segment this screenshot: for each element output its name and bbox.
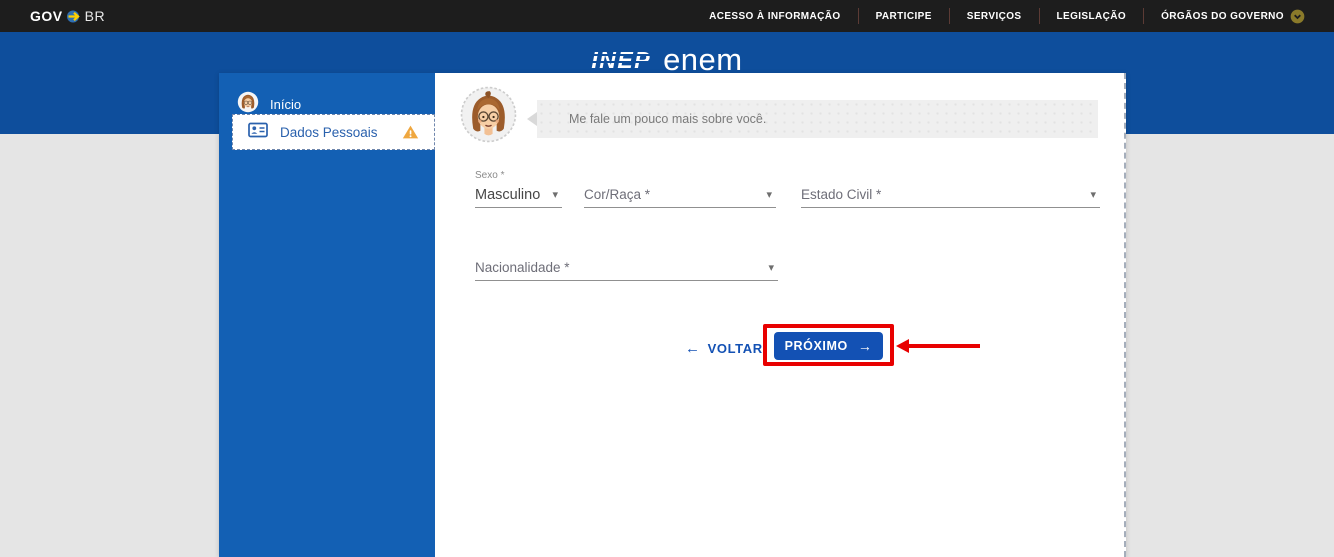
sidebar-item-inicio-label: Início xyxy=(270,96,302,112)
assistant-message: Me fale um pouco mais sobre você. xyxy=(569,112,767,126)
proximo-button[interactable]: PRÓXIMO → xyxy=(774,332,883,360)
inep-logo-stripe xyxy=(589,53,654,56)
chevron-down-icon[interactable]: ▾ xyxy=(768,261,778,274)
id-card-icon xyxy=(248,122,268,143)
chevron-down-icon[interactable]: ▾ xyxy=(1090,188,1100,201)
inep-logo[interactable]: INEP xyxy=(589,47,654,74)
arrow-right-icon: → xyxy=(857,338,873,354)
form-content: Me fale um pouco mais sobre você. Sexo *… xyxy=(435,73,1124,557)
chevron-down-circle-icon[interactable] xyxy=(1290,9,1305,24)
assistant-avatar xyxy=(460,86,517,148)
sidebar-item-inicio[interactable]: Início xyxy=(237,91,435,116)
topnav-participe[interactable]: PARTICIPE xyxy=(857,8,949,24)
enrollment-card: Início Dados Pessoais Me fale um pouco m… xyxy=(219,73,1126,557)
sidebar-item-dados-pessoais[interactable]: Dados Pessoais xyxy=(232,114,435,150)
sexo-label: Sexo * xyxy=(475,170,505,181)
inep-logo-stripe xyxy=(589,60,654,63)
estado-civil-select[interactable]: Estado Civil * ▾ xyxy=(801,184,1100,208)
voltar-button-label: VOLTAR xyxy=(707,340,763,356)
govbr-topbar: GOV BR ACESSO À INFORMAÇÃO PARTICIPE SER… xyxy=(0,0,1334,32)
speech-bubble-tail xyxy=(527,112,537,126)
topnav-servicos[interactable]: SERVIÇOS xyxy=(948,8,1039,24)
cor-raca-select[interactable]: Cor/Raça * ▾ xyxy=(584,184,776,208)
topnav-legislacao[interactable]: LEGISLAÇÃO xyxy=(1038,8,1144,24)
estado-civil-label: Estado Civil * xyxy=(801,187,882,202)
warning-triangle-icon xyxy=(402,124,419,140)
enem-enrollment-page: GOV BR ACESSO À INFORMAÇÃO PARTICIPE SER… xyxy=(0,0,1334,557)
annotation-arrow-head xyxy=(896,339,909,353)
nacionalidade-select[interactable]: Nacionalidade * ▾ xyxy=(475,257,778,281)
topnav-orgaos-governo[interactable]: ÓRGÃOS DO GOVERNO xyxy=(1143,8,1322,24)
govbr-arrow-icon xyxy=(66,10,83,23)
chevron-down-icon[interactable]: ▾ xyxy=(766,188,776,201)
chevron-down-icon[interactable]: ▾ xyxy=(552,188,562,201)
topnav-acesso-informacao[interactable]: ACESSO À INFORMAÇÃO xyxy=(692,8,858,24)
arrow-left-icon: ← xyxy=(685,339,701,357)
govbr-logo-gov: GOV xyxy=(30,8,63,24)
govbr-logo[interactable]: GOV BR xyxy=(30,8,105,24)
cor-raca-label: Cor/Raça * xyxy=(584,187,651,202)
wizard-sidebar: Início Dados Pessoais xyxy=(219,73,435,557)
sidebar-item-dados-pessoais-label: Dados Pessoais xyxy=(280,124,378,140)
assistant-speech-bubble: Me fale um pouco mais sobre você. xyxy=(527,100,1098,138)
annotation-arrow-line xyxy=(908,344,980,348)
inep-enem-logo: INEP enem xyxy=(0,42,1334,77)
topnav-orgaos-governo-label: ÓRGÃOS DO GOVERNO xyxy=(1161,10,1284,22)
govbr-topnav: ACESSO À INFORMAÇÃO PARTICIPE SERVIÇOS L… xyxy=(692,0,1322,32)
proximo-button-label: PRÓXIMO xyxy=(784,339,848,353)
nacionalidade-label: Nacionalidade * xyxy=(475,260,570,275)
govbr-logo-br: BR xyxy=(84,8,106,24)
sexo-value: Masculino xyxy=(475,186,541,203)
voltar-button[interactable]: ← VOLTAR xyxy=(685,337,763,359)
sexo-select[interactable]: Sexo * Masculino ▾ xyxy=(475,170,562,208)
